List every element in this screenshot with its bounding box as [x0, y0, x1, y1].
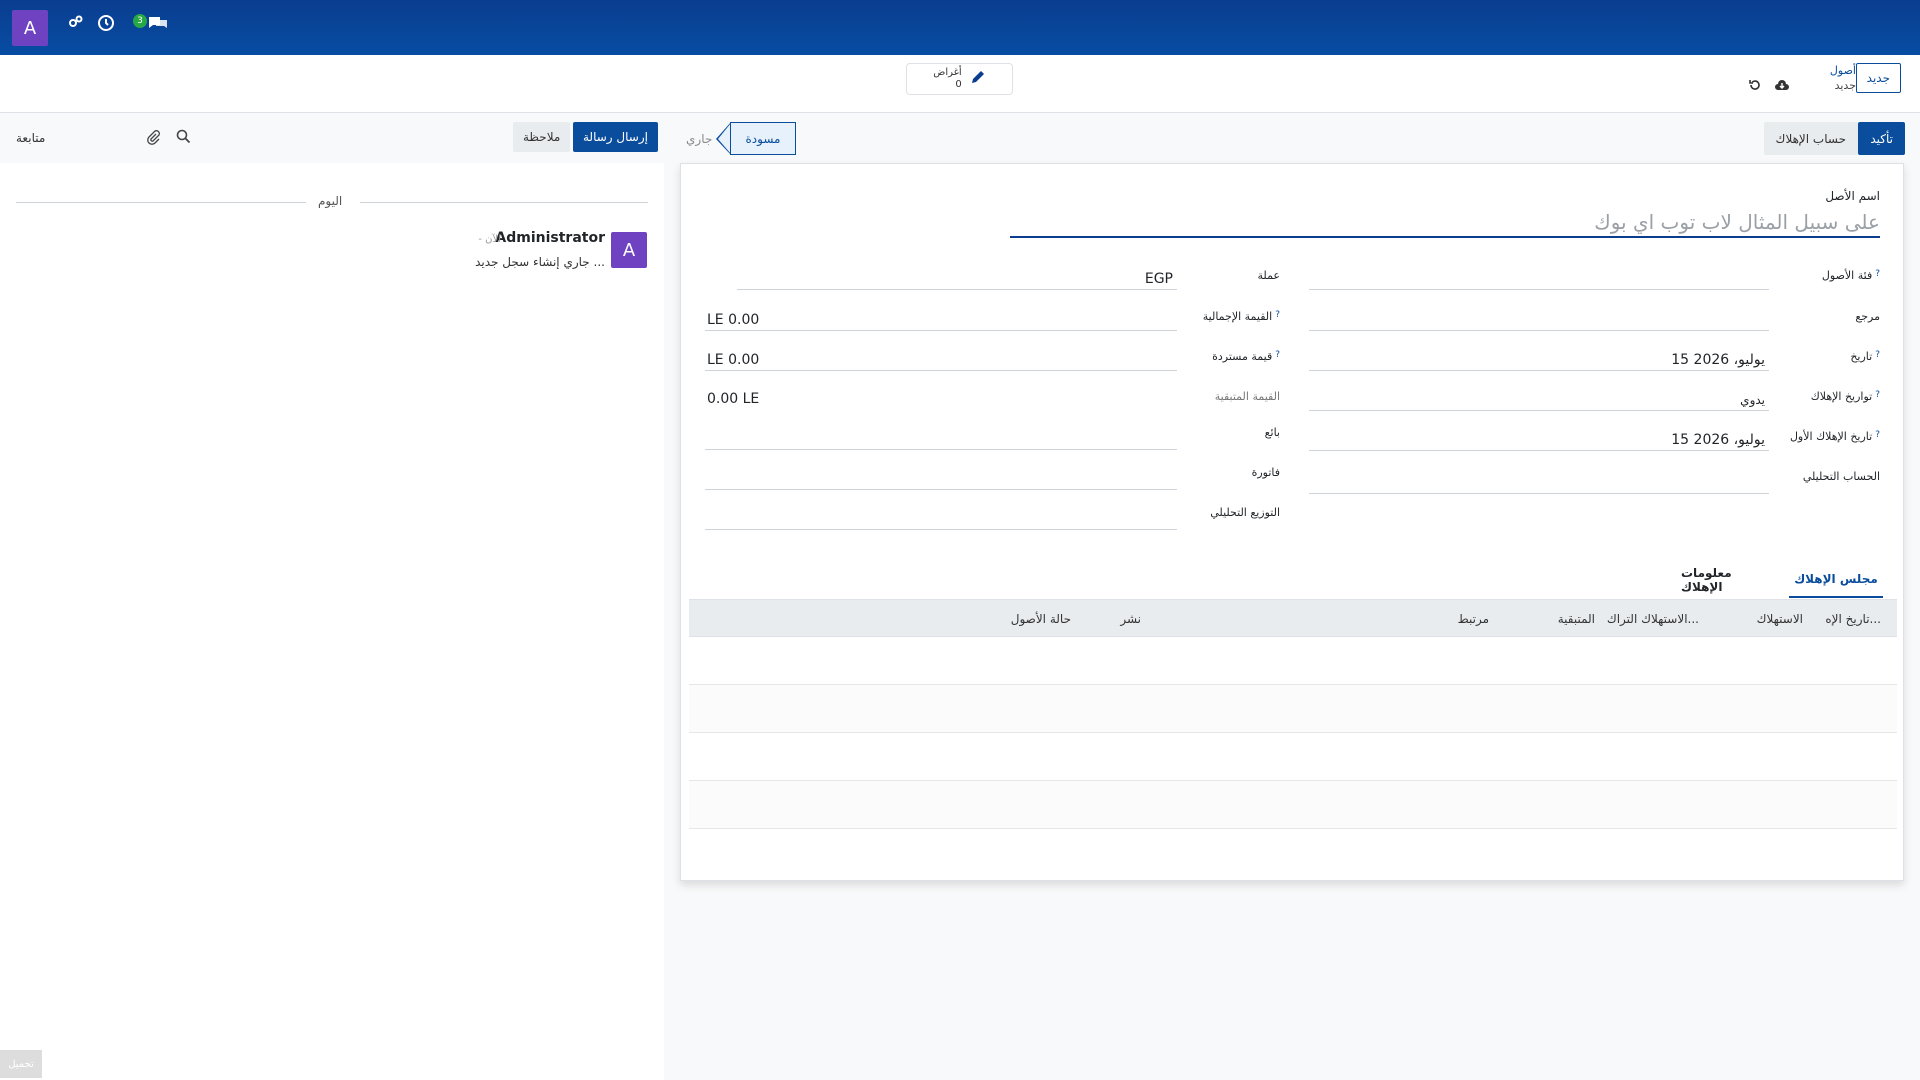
statusbar: تأكيد حساب الإهلاك جاري مسودة — [664, 113, 1920, 163]
gross-value-label: القيمة الإجمالية? — [1202, 310, 1280, 323]
depreciation-account-button[interactable]: حساب الإهلاك — [1763, 122, 1858, 155]
date-separator-line — [16, 202, 306, 203]
log-note-button[interactable]: ملاحظة — [513, 122, 571, 152]
vendor-label: بائع — [1264, 426, 1280, 439]
asset-category-label: فئة الأصول? — [1821, 269, 1880, 282]
stage-running[interactable]: جاري — [686, 132, 712, 146]
breadcrumb-current: جديد — [1834, 79, 1856, 92]
analytic-distribution-field[interactable] — [705, 508, 1177, 530]
stage-draft[interactable]: مسودة — [730, 122, 796, 155]
tab-depreciation-board[interactable]: مجلس الإهلاك — [1789, 562, 1883, 598]
follow-button[interactable]: متابعة — [16, 131, 45, 145]
breadcrumb: أصول جديد — [1830, 63, 1856, 93]
first-depreciation-date-label: تاريخ الإهلاك الأول? — [1789, 430, 1880, 443]
load-more-button[interactable]: تحميل — [0, 1050, 42, 1078]
vendor-field[interactable] — [705, 428, 1177, 450]
user-avatar[interactable]: A — [12, 10, 48, 46]
breadcrumb-parent[interactable]: أصول — [1830, 63, 1856, 78]
new-button[interactable]: جديد — [1855, 63, 1901, 93]
column-header[interactable]: الاستهلاك التراك... — [1607, 612, 1699, 626]
message-author-avatar[interactable]: A — [611, 232, 647, 268]
clock-icon[interactable] — [97, 14, 115, 36]
top-navbar: A 3 — [0, 0, 1920, 55]
depreciation-dates-field[interactable]: يدوي — [1309, 389, 1769, 411]
column-header[interactable]: تاريخ الإه... — [1825, 612, 1881, 626]
column-header[interactable]: مرتبط — [1458, 612, 1489, 626]
form-area: تأكيد حساب الإهلاك جاري مسودة اسم الأصل … — [664, 113, 1920, 1080]
table-row — [689, 685, 1897, 733]
date-field[interactable]: 15 يوليو، 2026 — [1309, 349, 1769, 371]
invoice-label: فاتورة — [1251, 466, 1280, 479]
column-header[interactable]: المتبقية — [1558, 612, 1595, 626]
asset-name-input[interactable]: على سبيل المثال لاب توب اي بوك — [1010, 208, 1880, 238]
items-smart-button[interactable]: أغراض 0 — [906, 63, 1013, 95]
reference-label: مرجع — [1855, 310, 1880, 323]
date-label: تاريخ? — [1850, 350, 1880, 363]
chatter-panel: إرسال رسالة ملاحظة متابعة اليوم A Admini… — [0, 113, 664, 1080]
analytic-distribution-label: التوزيع التحليلي — [1210, 506, 1280, 519]
message-author[interactable]: Administrator — [495, 230, 605, 246]
date-separator-line — [360, 202, 648, 203]
date-separator-today: اليوم — [318, 194, 343, 208]
pencil-icon — [970, 69, 986, 89]
column-header[interactable]: نشر — [1120, 612, 1141, 626]
smart-button-label: أغراض — [933, 67, 962, 78]
search-icon[interactable] — [176, 129, 191, 148]
save-cloud-icon[interactable] — [1774, 77, 1790, 96]
table-row — [689, 733, 1897, 781]
attachment-icon[interactable] — [145, 129, 161, 149]
messages-badge: 3 — [133, 14, 147, 28]
chat-icon[interactable] — [147, 14, 169, 36]
residual-value-field: 0.00 LE — [707, 391, 760, 407]
table-header: تاريخ الإه... الاستهلاك الاستهلاك التراك… — [689, 599, 1897, 637]
message-body: جاري إنشاء سجل جديد ... — [475, 255, 605, 269]
depreciation-dates-label: تواريخ الإهلاك? — [1810, 390, 1880, 403]
depreciation-lines-table: تاريخ الإه... الاستهلاك الاستهلاك التراك… — [689, 599, 1897, 877]
send-message-button[interactable]: إرسال رسالة — [573, 122, 658, 152]
salvage-value-field[interactable]: LE 0.00 — [705, 349, 1177, 371]
chatter-thread: اليوم A Administrator - الآن جاري إنشاء … — [0, 163, 664, 1080]
control-panel: جديد أصول جديد أغراض 0 — [0, 55, 1920, 113]
invoice-field[interactable] — [705, 468, 1177, 490]
asset-category-field[interactable] — [1309, 268, 1769, 290]
currency-field[interactable]: EGP — [737, 268, 1177, 290]
analytic-account-field[interactable] — [1309, 472, 1769, 494]
message-time: - الآن — [478, 234, 501, 245]
form-sheet: اسم الأصل على سبيل المثال لاب توب اي بوك… — [680, 163, 1904, 881]
chatter-topbar: إرسال رسالة ملاحظة متابعة — [0, 113, 664, 163]
debug-icon[interactable] — [68, 14, 84, 34]
notebook-tabs: مجلس الإهلاك معلومات الإهلاك — [681, 562, 1905, 598]
currency-label: عملة — [1257, 269, 1280, 282]
salvage-value-label: قيمة مستردة? — [1212, 350, 1280, 363]
first-depreciation-date-field[interactable]: 15 يوليو، 2026 — [1309, 429, 1769, 451]
gross-value-field[interactable]: LE 0.00 — [705, 309, 1177, 331]
table-row — [689, 637, 1897, 685]
tab-depreciation-info[interactable]: معلومات الإهلاك — [1681, 562, 1777, 598]
residual-value-label: القيمة المتبقية — [1214, 390, 1280, 403]
table-row — [689, 829, 1897, 877]
table-row — [689, 781, 1897, 829]
confirm-button[interactable]: تأكيد — [1858, 122, 1905, 155]
column-header[interactable]: حالة الأصول — [1011, 612, 1071, 626]
discard-icon[interactable] — [1748, 77, 1762, 96]
analytic-account-label: الحساب التحليلي — [1802, 470, 1880, 483]
smart-button-count: 0 — [955, 79, 962, 90]
column-header[interactable]: الاستهلاك — [1757, 612, 1803, 626]
reference-field[interactable] — [1309, 309, 1769, 331]
asset-name-label: اسم الأصل — [1825, 189, 1880, 203]
